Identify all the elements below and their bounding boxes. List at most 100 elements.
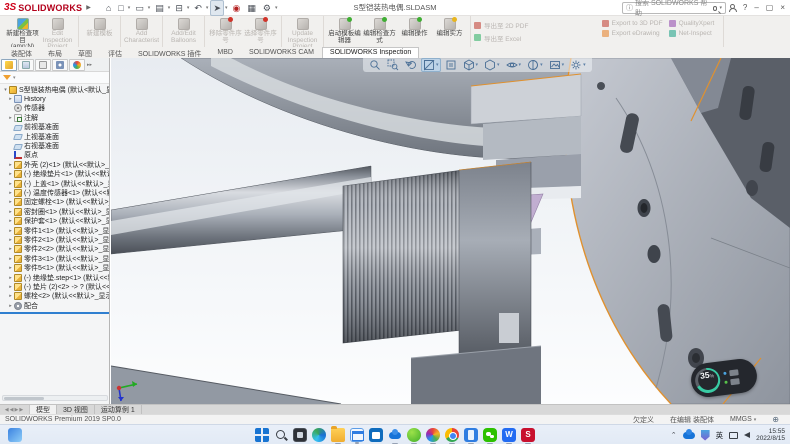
tree-item[interactable]: 上视基准面 (0, 132, 109, 141)
launch-template-editor-button[interactable]: 启动模板编辑器 (327, 17, 362, 44)
doc-tab-模型[interactable]: 模型 (30, 405, 57, 414)
tree-item[interactable]: ▸History (0, 94, 109, 103)
doc-tab-3D-视图[interactable]: 3D 视图 (57, 405, 95, 414)
apply-scene-button[interactable]: ▾ (547, 58, 567, 72)
edit-operation-button[interactable]: 编辑操作 (397, 17, 432, 38)
edit-measurement-button[interactable]: 编辑实方 (432, 17, 467, 38)
dropdown-caret-icon[interactable]: ▾ (225, 5, 228, 11)
phone-assistant-icon[interactable] (464, 428, 478, 442)
qualityxpert-button[interactable]: QualityXpert (669, 20, 721, 27)
login-user-icon[interactable] (729, 4, 736, 11)
tree-item[interactable]: 传感器 (0, 104, 109, 113)
expand-arrow-icon[interactable]: ▸ (7, 293, 14, 299)
close-button[interactable]: × (780, 3, 785, 12)
tree-item[interactable]: 前视基准面 (0, 123, 109, 132)
expand-arrow-icon[interactable]: ▸ (7, 246, 14, 252)
store-icon[interactable] (369, 428, 383, 442)
graphics-viewport[interactable]: ▾▾▾▾▾▾▾ 35% (111, 58, 790, 404)
tree-item[interactable]: 原点 (0, 151, 109, 160)
edit-appearance-button[interactable]: ▾ (525, 58, 545, 72)
expand-arrow-icon[interactable]: ▸ (7, 171, 14, 177)
tab-装配体[interactable]: 装配体 (3, 47, 40, 58)
expand-arrow-icon[interactable]: ▸ (7, 190, 14, 196)
mic-icon[interactable] (730, 378, 740, 385)
tree-item[interactable]: ▸保护套<1> (默认<<默认>_显示状 (0, 216, 109, 225)
dropdown-caret-icon[interactable]: ▾ (206, 5, 209, 11)
expand-arrow-icon[interactable]: ▸ (7, 237, 14, 243)
wps-icon[interactable]: W (502, 428, 516, 442)
restore-button[interactable]: ▢ (766, 3, 774, 12)
search-icon[interactable] (713, 6, 718, 11)
rollback-bar[interactable] (0, 312, 109, 314)
network-icon[interactable] (729, 432, 738, 439)
tab-布局[interactable]: 布局 (40, 47, 70, 58)
tree-item[interactable]: 右视基准面 (0, 141, 109, 150)
dropdown-caret-icon[interactable]: ▾ (497, 62, 500, 68)
rebuild-icon[interactable]: ◉ (230, 0, 244, 16)
annotation-view-button[interactable] (443, 58, 459, 72)
search-input[interactable]: ⓘ 搜索 SOLIDWORKS 帮助 ▾ (622, 2, 726, 14)
update-inspection-project-button[interactable]: Update Inspection Project (285, 17, 320, 51)
dimxpertmanager-tab[interactable] (52, 59, 68, 71)
print-icon[interactable]: ⊟ (172, 0, 186, 16)
tab-solidworks-cam[interactable]: SOLIDWORKS CAM (241, 47, 322, 58)
search-caret-icon[interactable]: ▾ (719, 5, 722, 11)
camera-icon[interactable] (729, 369, 739, 376)
tree-item[interactable]: ▸(-) 温度传感器<1> (默认<<默认>_ (0, 188, 109, 197)
dropdown-caret-icon[interactable]: ▾ (519, 62, 522, 68)
tree-item[interactable]: ▸螺栓<2> (默认<<默认>_显示状态 (0, 292, 109, 301)
add-characteristic-button[interactable]: Add Characteristic (124, 17, 159, 44)
security-shield-icon[interactable] (701, 430, 710, 441)
cloud-drive-icon[interactable] (388, 428, 402, 442)
previous-view-button[interactable] (403, 58, 419, 72)
tree-item[interactable]: ▸(-) 绝缘垫片<1> (默认<<默认>_显 (0, 170, 109, 179)
tab-mbd[interactable]: MBD (209, 47, 241, 58)
expand-arrow-icon[interactable]: ▸ (7, 256, 14, 262)
dropdown-caret-icon[interactable]: ▾ (275, 5, 278, 11)
widgets-icon[interactable] (8, 428, 22, 442)
edge-icon[interactable] (312, 428, 326, 442)
view-settings-button[interactable]: ▾ (568, 58, 588, 72)
tree-item[interactable]: ▸固定螺栓<1> (默认<<默认>_显示 (0, 198, 109, 207)
mail-icon[interactable] (350, 428, 364, 442)
expand-arrow-icon[interactable]: ▸ (7, 199, 14, 205)
dropdown-caret-icon[interactable]: ▾ (583, 62, 586, 68)
wechat-icon[interactable] (483, 428, 497, 442)
dropdown-caret-icon[interactable]: ▾ (540, 62, 543, 68)
tree-item[interactable]: ▸(-) 垫片 (2)<2> -> ? (默认<<默认> (0, 282, 109, 291)
onedrive-cloud-icon[interactable] (683, 432, 695, 439)
tab-草图[interactable]: 草图 (70, 47, 100, 58)
expand-arrow-icon[interactable]: ▸ (7, 303, 14, 309)
tree-item[interactable]: ▸零件1<1> (默认<<默认>_显示状 (0, 226, 109, 235)
display-style-button[interactable]: ▾ (482, 58, 502, 72)
view-orientation-button[interactable]: ▾ (461, 58, 481, 72)
displaymanager-tab[interactable] (69, 59, 85, 71)
tree-item[interactable]: ▸零件2<2> (默认<<默认>_显示状 (0, 245, 109, 254)
configurationmanager-tab[interactable] (35, 59, 51, 71)
tree-item[interactable]: ▸配合 (0, 301, 109, 310)
file-explorer-icon[interactable] (331, 428, 345, 442)
help-button[interactable]: ? (743, 3, 747, 12)
task-view-button[interactable] (293, 428, 307, 442)
excel-button[interactable]: 导出至 Excel (474, 33, 602, 43)
tab-nav-arrows[interactable]: ◀◀▶▶ (0, 405, 30, 414)
dropdown-caret-icon[interactable]: ▾ (128, 5, 131, 11)
expand-arrow-icon[interactable]: ▸ (7, 162, 14, 168)
tree-item[interactable]: ▸密封圈<1> (默认<<默认>_显示状 (0, 207, 109, 216)
solidworks-icon[interactable]: S (521, 428, 535, 442)
volume-icon[interactable] (744, 432, 750, 438)
panel-tab-overflow-arrows[interactable]: ▸▸ (87, 62, 92, 68)
featuremanager-tree-tab[interactable] (1, 59, 17, 71)
tab-solidworks-inspection[interactable]: SOLIDWORKS Inspection (322, 47, 419, 58)
net-inspect-button[interactable]: Net-Inspect (669, 30, 721, 37)
expand-arrow-icon[interactable]: ▸ (7, 181, 14, 187)
add-edit-balloons-button[interactable]: Add/Edit Balloons (166, 17, 201, 44)
zoom-fit-button[interactable] (367, 58, 383, 72)
expand-arrow-icon[interactable]: ▸ (7, 218, 14, 224)
edit-inspection-method-button[interactable]: 编辑检查方式 (362, 17, 397, 44)
dropdown-caret-icon[interactable]: ▾ (168, 5, 171, 11)
tree-item[interactable]: ▸(-) 绝缘垫.step<1> (默认<<默认> (0, 273, 109, 282)
start-button[interactable] (255, 428, 269, 442)
dropdown-caret-icon[interactable]: ▾ (436, 62, 439, 68)
taskbar-clock[interactable]: 15:55 2022/8/15 (756, 428, 785, 443)
